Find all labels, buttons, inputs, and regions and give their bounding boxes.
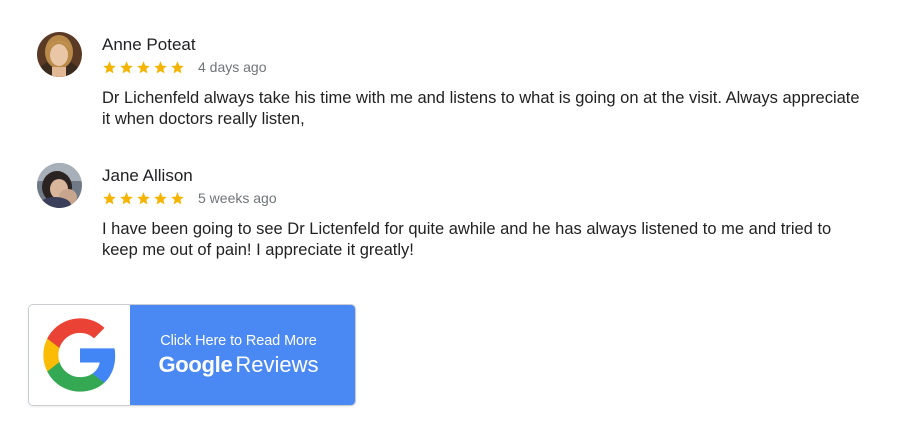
review-author[interactable]: Anne Poteat [102, 35, 196, 55]
star-icon [154, 60, 167, 73]
google-logo-box [29, 305, 130, 405]
review-meta: 4 days ago [102, 57, 267, 77]
review-text: I have been going to see Dr Lictenfeld f… [102, 220, 832, 259]
avatar[interactable] [37, 32, 82, 77]
star-icon [120, 191, 133, 204]
star-icon [137, 60, 150, 73]
star-icon [171, 60, 184, 73]
star-icon [103, 60, 116, 73]
reviews-word: Reviews [235, 351, 319, 377]
star-icon [171, 191, 184, 204]
star-icon [137, 191, 150, 204]
star-icon [120, 60, 133, 73]
google-g-icon [42, 318, 115, 392]
review-author[interactable]: Jane Allison [102, 166, 193, 186]
read-more-google-reviews-button[interactable]: Click Here to Read More Google Reviews [28, 304, 356, 406]
google-reviews-label-box: Click Here to Read More Google Reviews [130, 305, 355, 405]
star-rating [102, 60, 185, 75]
review-text: Dr Lichenfeld always take his time with … [102, 89, 860, 128]
review-time: 5 weeks ago [198, 190, 277, 206]
star-rating [102, 191, 185, 206]
star-icon [103, 191, 116, 204]
review-time: 4 days ago [198, 59, 267, 75]
review-meta: 5 weeks ago [102, 188, 277, 208]
google-brand-text: Google [158, 351, 233, 377]
avatar[interactable] [37, 163, 82, 208]
google-reviews-label: Google Reviews [158, 352, 318, 378]
star-icon [154, 191, 167, 204]
read-more-label: Click Here to Read More [160, 332, 317, 349]
